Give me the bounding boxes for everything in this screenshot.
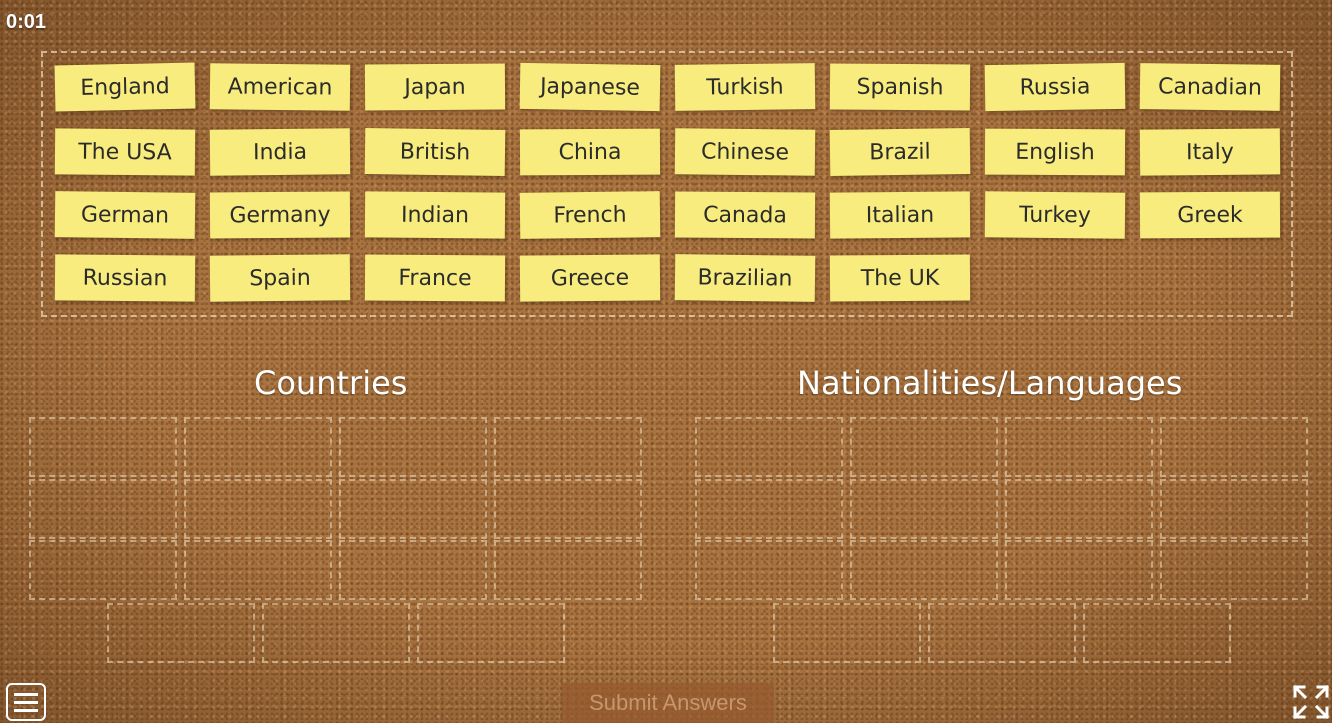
countries-drop-slot[interactable] (494, 540, 642, 600)
nationalities-drop-slot[interactable] (695, 417, 843, 477)
countries-drop-slot[interactable] (184, 479, 332, 539)
word-card[interactable]: Canada (674, 191, 816, 239)
countries-drop-slot[interactable] (262, 603, 410, 663)
word-card[interactable]: Japan (364, 63, 506, 111)
word-card[interactable]: France (364, 254, 506, 302)
nationalities-heading: Nationalities/Languages (797, 364, 1183, 402)
word-card[interactable]: Indian (364, 191, 506, 239)
fullscreen-button[interactable] (1292, 684, 1330, 720)
countries-drop-slot[interactable] (494, 479, 642, 539)
countries-drop-slot[interactable] (184, 540, 332, 600)
word-card[interactable]: Germany (209, 191, 351, 239)
word-card[interactable]: German (54, 191, 196, 239)
nationalities-drop-slot[interactable] (1160, 540, 1308, 600)
word-card[interactable]: Spanish (829, 63, 971, 111)
countries-drop-slot[interactable] (184, 417, 332, 477)
hamburger-line (14, 700, 38, 704)
countries-drop-slot[interactable] (494, 417, 642, 477)
nationalities-drop-slot[interactable] (1005, 540, 1153, 600)
expand-fullscreen-icon (1292, 684, 1330, 720)
hamburger-menu-icon (14, 692, 38, 696)
word-card[interactable]: Turkish (674, 63, 816, 111)
nationalities-drop-slot[interactable] (850, 479, 998, 539)
timer: 0:01 (6, 11, 47, 33)
countries-heading: Countries (254, 364, 408, 402)
nationalities-drop-slot[interactable] (850, 540, 998, 600)
word-card[interactable]: Brazilian (674, 254, 816, 302)
word-card[interactable]: Russia (984, 62, 1126, 112)
nationalities-drop-slot[interactable] (773, 603, 921, 663)
nationalities-drop-slot[interactable] (1083, 603, 1231, 663)
word-card[interactable]: The UK (829, 254, 971, 302)
word-card[interactable]: Russian (54, 254, 196, 302)
word-card[interactable]: British (364, 128, 506, 176)
word-card[interactable]: English (984, 128, 1126, 176)
word-card[interactable]: China (519, 128, 661, 176)
word-card[interactable]: Turkey (984, 191, 1126, 239)
word-card[interactable]: Brazil (829, 128, 971, 176)
countries-drop-slot[interactable] (339, 540, 487, 600)
word-card[interactable]: Greece (519, 254, 661, 302)
countries-drop-slot[interactable] (29, 540, 177, 600)
nationalities-drop-slot[interactable] (695, 479, 843, 539)
word-card[interactable]: Spain (209, 254, 351, 302)
nationalities-drop-slot[interactable] (1160, 417, 1308, 477)
word-card[interactable]: Japanese (519, 62, 661, 112)
menu-button[interactable] (6, 683, 46, 721)
countries-drop-slot[interactable] (29, 479, 177, 539)
word-card[interactable]: Italian (829, 191, 971, 239)
nationalities-drop-slot[interactable] (1005, 479, 1153, 539)
word-card[interactable]: India (209, 128, 351, 176)
nationalities-drop-slot[interactable] (695, 540, 843, 600)
submit-answers-button[interactable]: Submit Answers (562, 683, 774, 723)
nationalities-drop-slot[interactable] (928, 603, 1076, 663)
nationalities-drop-slot[interactable] (1005, 417, 1153, 477)
word-card[interactable]: England (54, 62, 196, 112)
countries-drop-slot[interactable] (417, 603, 565, 663)
nationalities-drop-slot[interactable] (1160, 479, 1308, 539)
word-card[interactable]: Chinese (674, 128, 816, 176)
nationalities-drop-slot[interactable] (850, 417, 998, 477)
word-card[interactable]: French (519, 191, 661, 239)
word-card[interactable]: The USA (54, 128, 196, 176)
hamburger-line (14, 708, 38, 712)
word-card[interactable]: Italy (1139, 128, 1281, 176)
word-card[interactable]: Canadian (1139, 63, 1281, 111)
word-card[interactable]: American (209, 63, 351, 111)
word-card[interactable]: Greek (1139, 191, 1281, 239)
countries-drop-slot[interactable] (339, 479, 487, 539)
countries-drop-slot[interactable] (29, 417, 177, 477)
countries-drop-slot[interactable] (107, 603, 255, 663)
countries-drop-slot[interactable] (339, 417, 487, 477)
